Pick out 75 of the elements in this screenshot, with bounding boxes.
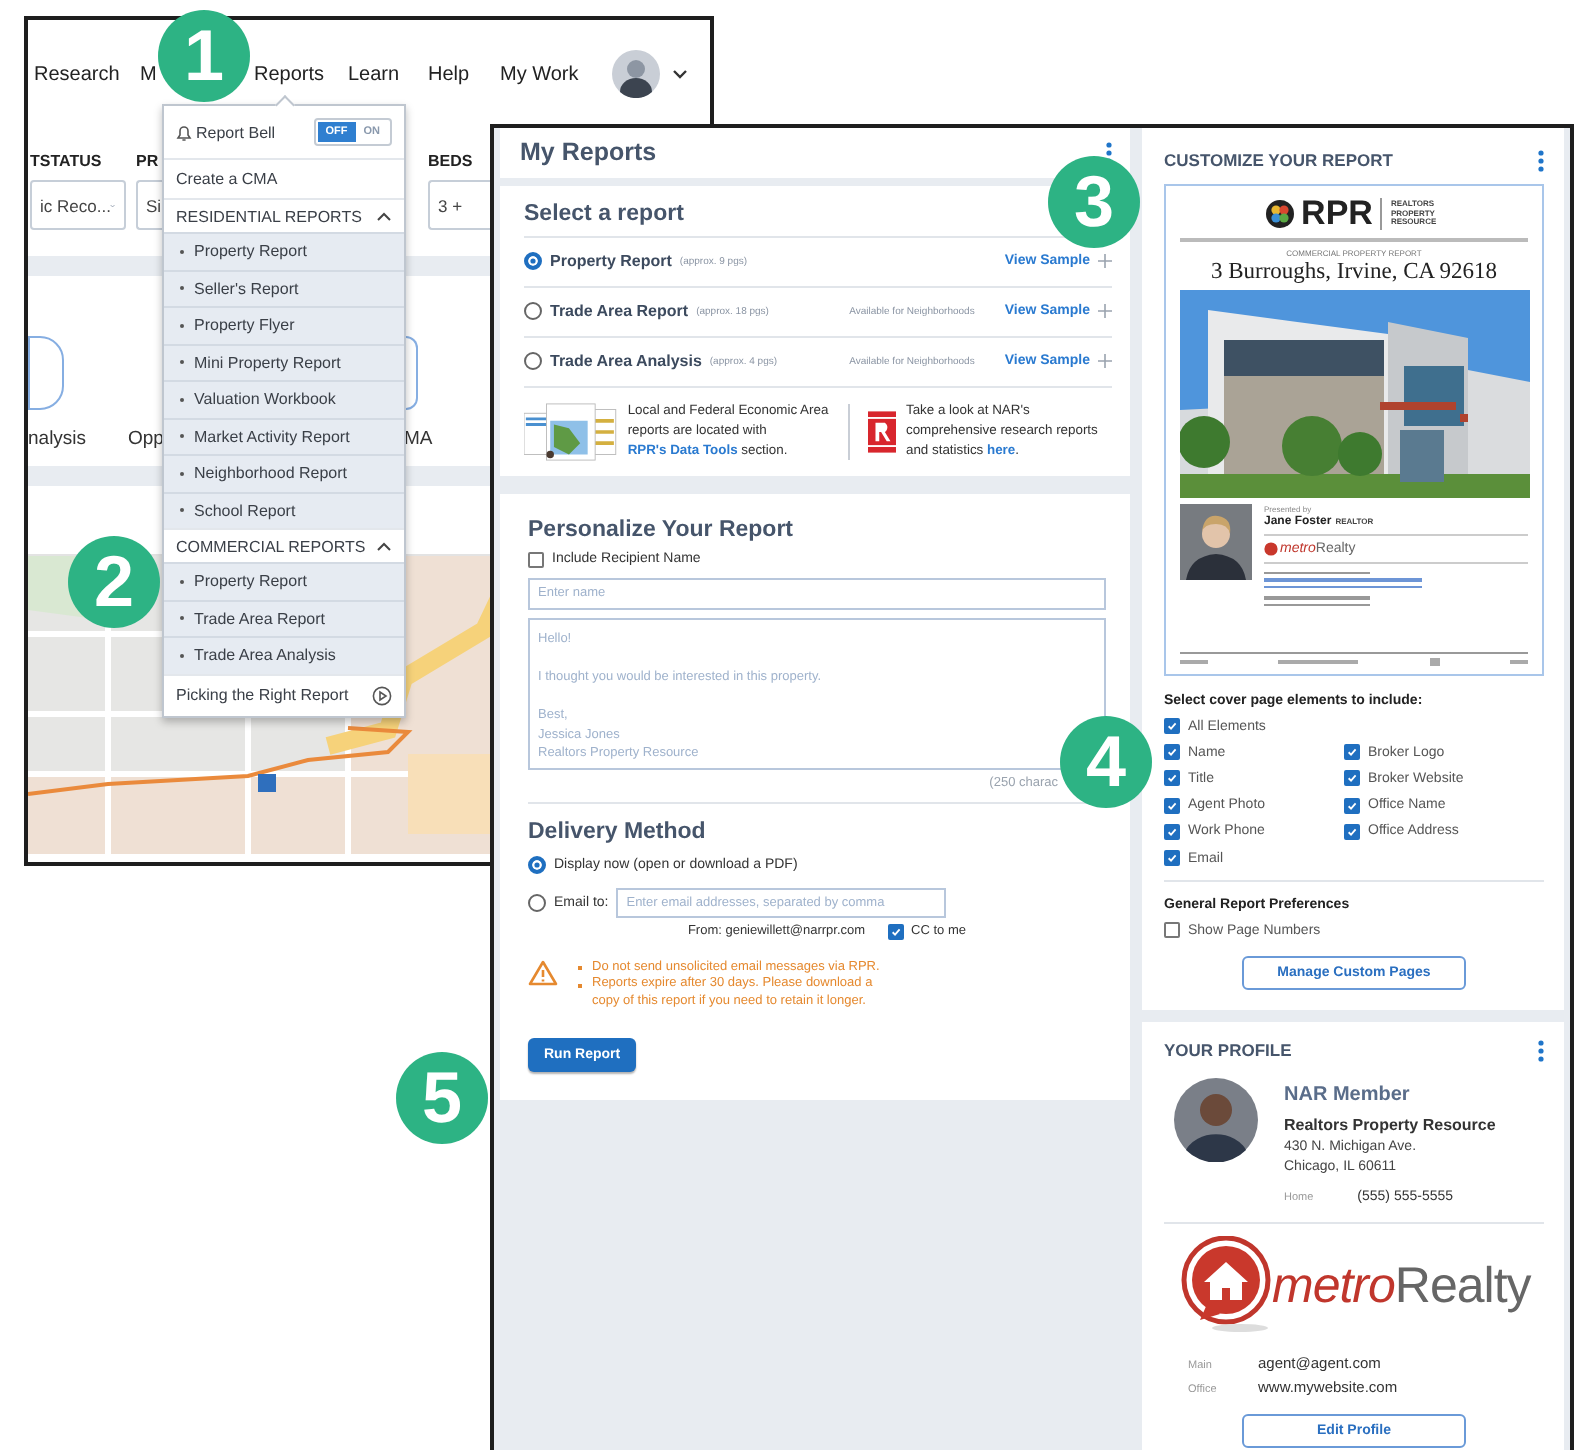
chevron-icon[interactable] [672,68,688,80]
nav-link[interactable]: Help [428,63,470,85]
panel-title: YOUR PROFILE [1164,1040,1292,1061]
chevron-icon [376,540,392,552]
checkbox[interactable] [887,923,904,940]
nav-link[interactable]: Research [34,63,120,85]
logo-icon [1180,1236,1272,1337]
menu-item[interactable]: Mini Property Report [164,343,404,380]
menu-item[interactable]: Neighborhood Report [164,454,404,491]
checkbox[interactable] [1344,797,1360,814]
radio-button[interactable] [528,893,546,912]
section-title: Personalize Your Report [528,517,795,542]
tool-label[interactable]: Opp [128,428,164,450]
panel-title: CUSTOMIZE YOUR REPORT [1164,150,1393,170]
play-icon [372,685,392,705]
menu-item[interactable]: Property Report [164,232,404,269]
checkbox[interactable] [1164,770,1180,787]
nav-link[interactable]: My Work [500,63,579,85]
report-name[interactable]: Property Report [550,252,672,271]
avatar-icon [1174,1078,1258,1163]
radio-button[interactable] [524,352,542,371]
checkbox[interactable] [1164,718,1180,734]
warning-icon [528,959,558,986]
brand-name: RPR [1301,198,1383,230]
radio-button[interactable] [524,302,542,321]
checkbox[interactable] [1344,770,1360,787]
menu-item[interactable]: Seller's Report [164,269,404,306]
nav-link[interactable]: Learn [348,63,400,85]
checkbox[interactable] [1164,922,1180,939]
menu-item[interactable]: Create a CMA [164,158,404,198]
filter-dropdown[interactable]: ic Reco... [30,180,126,230]
chevron-icon [376,210,392,222]
nav-link[interactable]: M [140,63,157,85]
checkbox[interactable] [1164,850,1180,867]
menu-item[interactable]: Market Activity Report [164,417,404,454]
menu-item[interactable]: Trade Area Analysis [164,636,404,673]
menu-item[interactable]: Property Report [164,562,404,599]
checkbox[interactable] [1164,823,1180,840]
section-title: Select a report [524,201,686,226]
brand-logo-icon [1265,200,1294,228]
filter-label: TSTATUS [30,152,102,174]
checkbox[interactable] [528,551,544,568]
property-address: 3 Burroughs, Irvine, CA 92618 [1210,259,1498,283]
nav-link[interactable]: Reports [254,63,325,85]
more-options-icon[interactable] [1538,1039,1544,1062]
tool-label[interactable]: MA [404,428,433,450]
filter-label: PR [136,152,159,174]
menu-item[interactable]: Valuation Workbook [164,380,404,417]
radio-button[interactable] [528,855,546,874]
radio-button[interactable] [524,252,542,271]
menu-label: Report Bell [196,123,276,141]
avatar-icon[interactable] [612,50,660,98]
more-options-icon[interactable] [1538,149,1544,171]
checkbox[interactable] [1344,744,1360,760]
report-thumbnail-drawing [524,399,618,464]
section-title: Delivery Method [528,819,708,844]
bell-icon [176,123,192,141]
menu-item[interactable]: Trade Area Report [164,599,404,636]
report-logo-icon [867,409,896,454]
checkbox[interactable] [1164,797,1180,814]
filter-label: BEDS [428,152,473,174]
checkbox[interactable] [1164,744,1180,760]
logo-icon [1264,541,1278,555]
menu-item[interactable]: Property Flyer [164,306,404,343]
report-name[interactable]: Trade Area Report [550,302,689,321]
step-number-badge: 5 [396,1052,488,1144]
menu-item[interactable]: School Report [164,491,404,528]
profile-name: NAR Member [1284,1084,1412,1107]
company-name: Realtors Property Resource [1284,1116,1496,1135]
page-title: My Reports [520,138,657,167]
menu-item[interactable]: Picking the Right Report [164,673,404,715]
report-name[interactable]: Trade Area Analysis [550,352,702,371]
broker-name: metroRealty [1272,1257,1531,1316]
tool-label[interactable]: nalysis [28,428,87,450]
checkbox[interactable] [1344,823,1360,840]
